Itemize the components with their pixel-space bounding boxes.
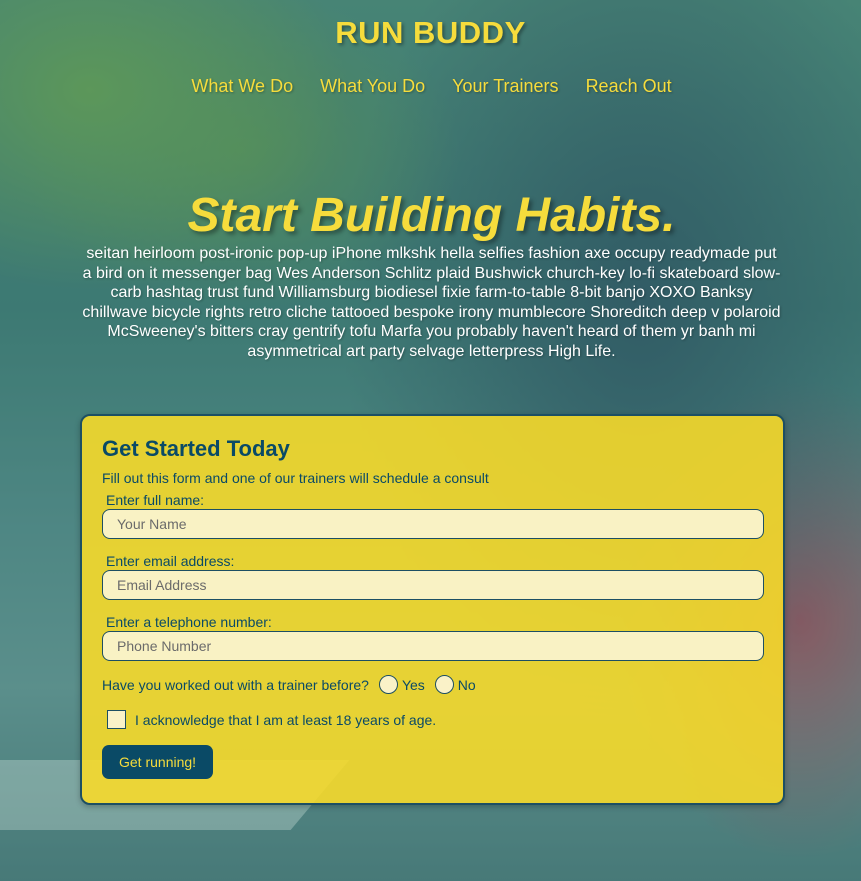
hero-body: seitan heirloom post-ironic pop-up iPhon…	[82, 245, 781, 360]
radio-yes[interactable]	[378, 675, 398, 694]
name-label: Enter full name:	[106, 492, 205, 508]
acknowledge-label: I acknowledge that I am at least 18 year…	[135, 711, 437, 728]
nav-link-what-we-do[interactable]: What We Do	[191, 76, 293, 97]
signup-form: Get Started Today Fill out this form and…	[80, 414, 785, 805]
acknowledge-checkbox[interactable]	[107, 710, 126, 729]
nav-link-what-you-do[interactable]: What You Do	[320, 76, 425, 97]
email-input[interactable]	[102, 570, 764, 600]
radio-no[interactable]	[434, 675, 454, 694]
trainer-question-label: Have you worked out with a trainer befor…	[102, 676, 369, 693]
trainer-question-row: Have you worked out with a trainer befor…	[102, 675, 763, 694]
phone-label: Enter a telephone number:	[106, 614, 272, 630]
nav-link-reach-out[interactable]: Reach Out	[586, 76, 672, 97]
email-label: Enter email address:	[106, 553, 235, 569]
nav-link-your-trainers[interactable]: Your Trainers	[452, 76, 558, 97]
hero-section: Start Building Habits. seitan heirloom p…	[80, 188, 783, 361]
hero-title: Start Building Habits.	[187, 189, 676, 242]
phone-input[interactable]	[102, 631, 764, 661]
form-subtitle: Fill out this form and one of our traine…	[102, 470, 489, 486]
radio-no-label: No	[457, 676, 476, 693]
form-title: Get Started Today	[102, 436, 290, 461]
submit-button[interactable]: Get running!	[102, 745, 214, 779]
phone-field-group: Enter a telephone number:	[102, 614, 764, 661]
acknowledge-row: I acknowledge that I am at least 18 year…	[102, 710, 763, 729]
radio-yes-label: Yes	[401, 676, 425, 693]
site-header: RUN BUDDY What We Do What You Do Your Tr…	[0, 0, 861, 97]
email-field-group: Enter email address:	[102, 553, 764, 600]
name-field-group: Enter full name:	[102, 492, 764, 539]
main-nav: What We Do What You Do Your Trainers Rea…	[0, 76, 861, 97]
name-input[interactable]	[102, 509, 764, 539]
brand-logo[interactable]: RUN BUDDY	[0, 0, 861, 51]
